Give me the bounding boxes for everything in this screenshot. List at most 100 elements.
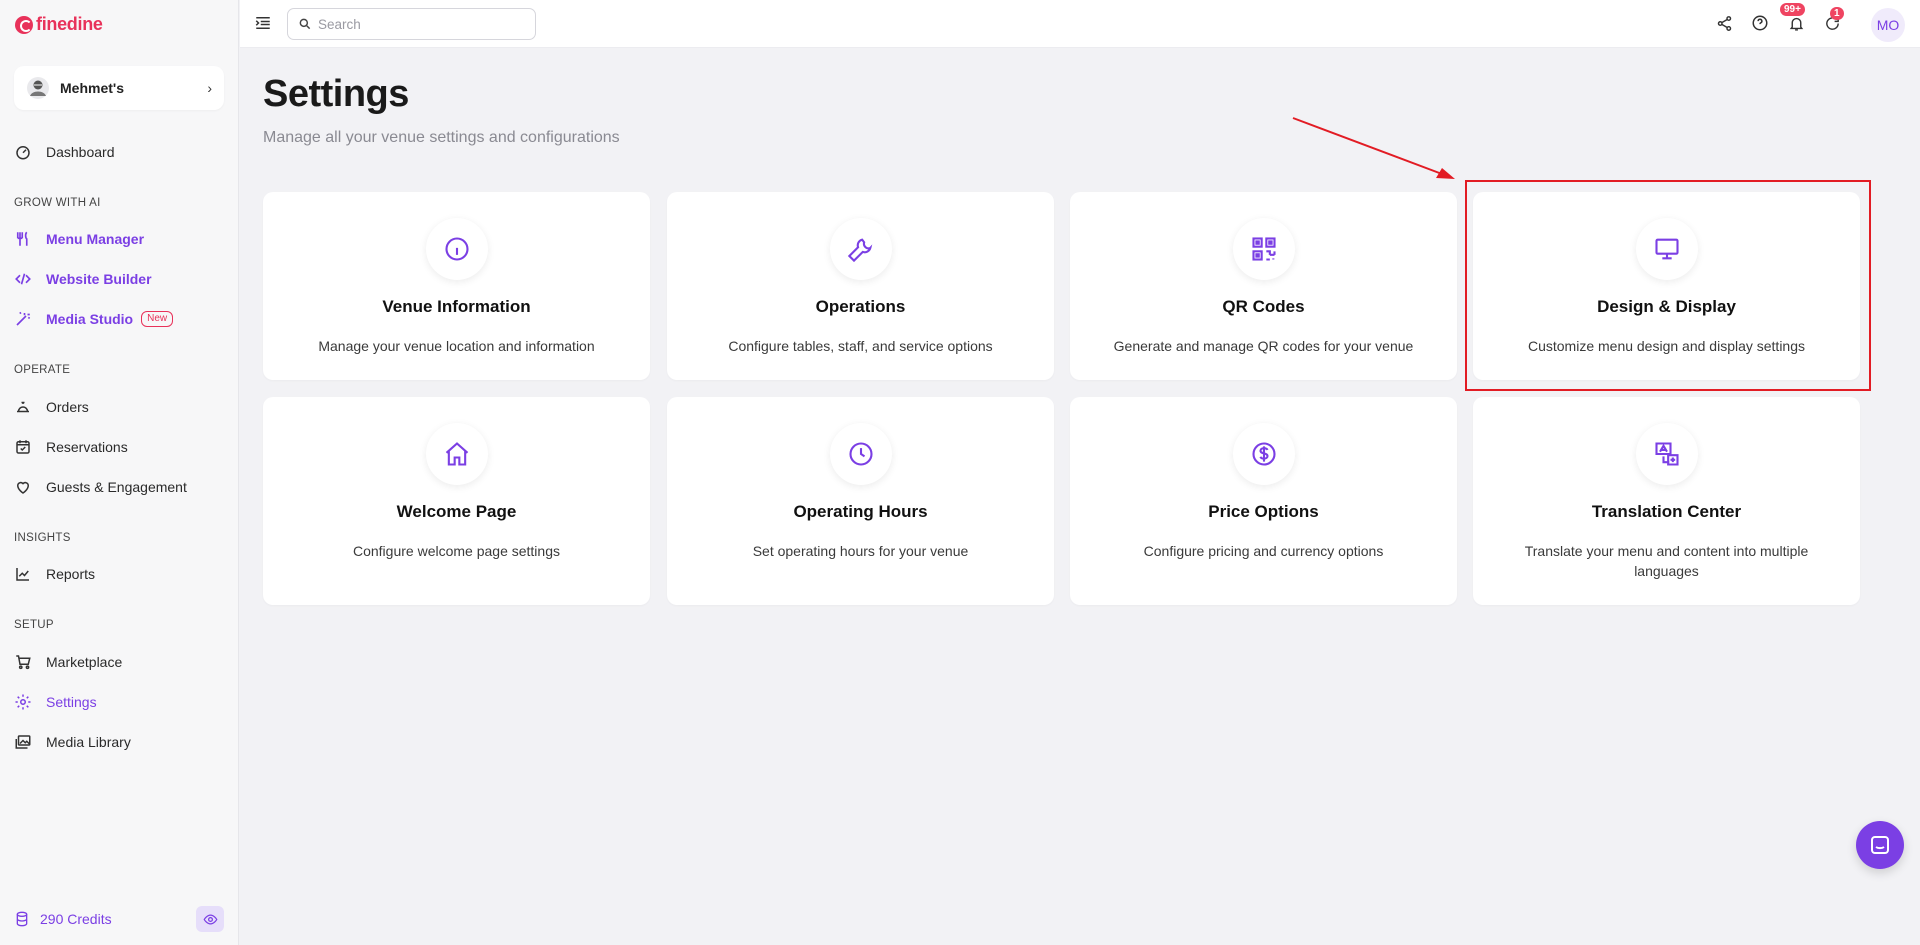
sidebar-item-label: Menu Manager (46, 231, 145, 247)
images-icon (15, 735, 31, 749)
card-description: Translate your menu and content into mul… (1524, 543, 1809, 579)
sidebar-item-reservations[interactable]: Reservations (14, 431, 224, 463)
chevron-right-icon: › (207, 80, 212, 96)
card-icon-wrap (829, 423, 892, 485)
utensils-icon (16, 231, 28, 246)
section-operate: OPERATE (14, 364, 71, 376)
share-button[interactable] (1714, 13, 1734, 33)
help-button[interactable] (1750, 13, 1770, 33)
section-grow-with-ai: GROW WITH AI (14, 197, 101, 209)
home-icon (445, 442, 468, 466)
card-venue-information[interactable]: Venue Information Manage your venue loca… (263, 192, 650, 380)
search-icon (299, 18, 311, 30)
sidebar-item-label: Reservations (46, 439, 128, 455)
page-subtitle: Manage all your venue settings and confi… (263, 129, 620, 146)
gear-icon (15, 694, 31, 710)
card-icon-wrap (1232, 423, 1295, 485)
updates-badge: 1 (1830, 7, 1844, 20)
card-title: QR Codes (1222, 297, 1305, 316)
user-avatar[interactable]: MO (1871, 8, 1905, 42)
clock-icon (848, 442, 873, 466)
sidebar-item-label: Dashboard (46, 144, 115, 160)
heart-icon (16, 481, 30, 494)
sidebar-item-label: Orders (46, 399, 89, 415)
search-box[interactable] (287, 8, 536, 40)
card-icon-wrap (829, 218, 892, 280)
dashboard-icon (16, 146, 30, 160)
sidebar-item-label: Settings (46, 694, 97, 710)
card-price-options[interactable]: Price Options Configure pricing and curr… (1070, 397, 1457, 605)
credits-indicator[interactable]: 290 Credits (14, 905, 224, 933)
chart-line-icon (16, 568, 29, 581)
card-operating-hours[interactable]: Operating Hours Set operating hours for … (667, 397, 1054, 605)
card-description: Customize menu design and display settin… (1527, 338, 1806, 354)
new-badge: New (141, 311, 174, 327)
card-description: Set operating hours for your venue (752, 543, 969, 559)
sidebar-item-settings[interactable]: Settings (14, 686, 224, 718)
card-qr-codes[interactable]: QR Codes Generate and manage QR codes fo… (1070, 192, 1457, 380)
logo-text: finedine (36, 14, 103, 34)
calendar-check-icon (16, 440, 30, 454)
sidebar-item-label: Website Builder (46, 271, 152, 287)
card-description: Manage your venue location and informati… (318, 338, 595, 354)
eye-icon (203, 913, 217, 925)
card-title: Design & Display (1597, 297, 1736, 316)
database-icon (16, 911, 28, 927)
bell-icon (1789, 17, 1803, 31)
search-input[interactable] (318, 16, 528, 32)
translate-icon (1654, 442, 1679, 466)
card-description: Generate and manage QR codes for your ve… (1113, 338, 1414, 354)
card-title: Translation Center (1591, 502, 1742, 521)
code-icon (15, 273, 31, 285)
notifications-badge: 99+ (1780, 3, 1805, 16)
magic-wand-icon (16, 311, 31, 326)
page-title: Settings (263, 73, 409, 115)
sidebar-item-media-library[interactable]: Media Library (14, 726, 224, 758)
card-design-display[interactable]: Design & Display Customize menu design a… (1473, 192, 1860, 380)
sidebar-item-reports[interactable]: Reports (14, 558, 224, 590)
sidebar-item-menu-manager[interactable]: Menu Manager (14, 223, 224, 255)
sidebar-toggle-icon[interactable] (254, 14, 272, 32)
card-title: Venue Information (382, 297, 531, 316)
card-description: Configure welcome page settings (352, 543, 560, 559)
venue-switcher[interactable]: Mehmet's › (14, 66, 224, 110)
sidebar-item-media-studio[interactable]: Media Studio New (14, 303, 224, 335)
top-header: 99+ 1 MO (240, 0, 1920, 48)
card-title: Welcome Page (396, 502, 517, 521)
sidebar-item-marketplace[interactable]: Marketplace (14, 646, 224, 678)
updates-button[interactable]: 1 (1822, 7, 1844, 33)
card-operations[interactable]: Operations Configure tables, staff, and … (667, 192, 1054, 380)
card-icon-wrap (425, 218, 488, 280)
card-description: Configure tables, staff, and service opt… (728, 338, 993, 354)
visibility-toggle-button[interactable] (196, 906, 224, 932)
sidebar-item-dashboard[interactable]: Dashboard (14, 136, 224, 168)
sidebar-item-label: Media Studio (46, 311, 134, 327)
share-icon (1717, 15, 1731, 31)
venue-avatar (27, 77, 49, 99)
card-icon-wrap (1635, 218, 1698, 280)
card-welcome-page[interactable]: Welcome Page Configure welcome page sett… (263, 397, 650, 605)
sidebar-item-orders[interactable]: Orders (14, 391, 224, 423)
dollar-circle-icon (1251, 442, 1276, 466)
sidebar-item-label: Marketplace (46, 654, 123, 670)
sidebar-item-label: Guests & Engagement (46, 479, 187, 495)
card-icon-wrap (425, 423, 488, 485)
card-icon-wrap (1635, 423, 1698, 485)
sidebar-item-label: Media Library (46, 734, 131, 750)
credits-label: 290 Credits (40, 911, 112, 927)
card-translation-center[interactable]: Translation Center Translate your menu a… (1473, 397, 1860, 605)
finedine-logo[interactable]: finedine (15, 14, 103, 35)
sidebar-item-website-builder[interactable]: Website Builder (14, 263, 224, 295)
chat-icon (1871, 836, 1889, 854)
monitor-icon (1654, 238, 1679, 260)
notifications-button[interactable]: 99+ (1780, 3, 1806, 33)
card-title: Operations (815, 297, 906, 316)
card-description: Configure pricing and currency options (1143, 543, 1384, 559)
card-title: Price Options (1208, 502, 1319, 521)
info-icon (444, 237, 469, 261)
chat-launcher-button[interactable] (1856, 821, 1904, 869)
bell-service-icon (17, 401, 29, 413)
sidebar-item-guests-engagement[interactable]: Guests & Engagement (14, 471, 224, 503)
wrench-icon (847, 238, 872, 263)
section-setup: SETUP (14, 619, 54, 631)
